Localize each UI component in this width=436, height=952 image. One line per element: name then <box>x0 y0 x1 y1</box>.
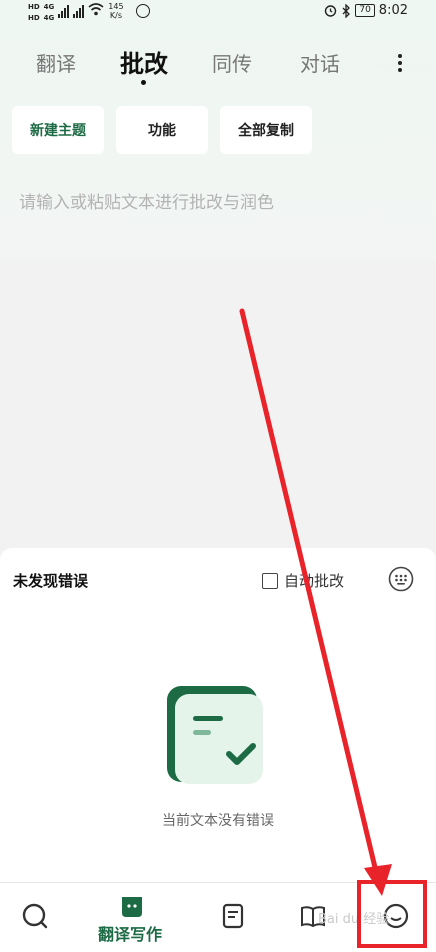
auto-correct-checkbox[interactable] <box>262 572 278 589</box>
nav-label-translate-write[interactable]: 翻译写作 <box>98 921 162 945</box>
signal-icon <box>58 4 70 18</box>
auto-correct-label: 自动批改 <box>284 572 345 590</box>
keyboard-icon[interactable] <box>388 566 414 592</box>
more-menu-button[interactable] <box>392 52 408 74</box>
status-bar: HD HD 4G 4G 145 K/s 70 8:02 <box>0 0 436 26</box>
active-tab-indicator <box>141 80 146 85</box>
signal-icon-2 <box>73 4 85 18</box>
result-panel: 未发现错误 自动批改 当前文本没有错误 <box>0 548 436 882</box>
search-icon[interactable] <box>20 901 50 931</box>
sim-indicator: HD HD <box>28 3 40 22</box>
tab-dialogue[interactable]: 对话 <box>300 48 340 77</box>
tab-correct[interactable]: 批改 <box>120 44 168 79</box>
tab-translate[interactable]: 翻译 <box>36 48 76 77</box>
network-speed: 145 K/s <box>108 2 124 20</box>
no-error-illustration-icon <box>163 682 263 786</box>
bluetooth-icon <box>342 3 351 18</box>
tab-bar: 翻译 批改 同传 对话 <box>0 40 436 90</box>
clock: 8:02 <box>378 3 408 18</box>
notification-icon <box>135 4 150 18</box>
auto-correct-toggle[interactable]: 自动批改 <box>262 570 344 591</box>
watermark: Bai du 经验 <box>318 912 390 927</box>
network-type: 4G 4G <box>43 3 55 22</box>
text-input[interactable]: 请输入或粘贴文本进行批改与润色 <box>19 188 274 213</box>
alarm-icon <box>325 5 337 17</box>
battery-icon: 70 <box>355 4 375 17</box>
new-topic-button[interactable]: 新建主题 <box>12 106 104 154</box>
document-icon[interactable] <box>218 901 248 931</box>
features-button[interactable]: 功能 <box>116 106 208 154</box>
empty-message: 当前文本没有错误 <box>162 813 274 829</box>
panel-title: 未发现错误 <box>13 572 89 590</box>
translate-write-icon[interactable] <box>118 893 148 923</box>
tab-simultaneous[interactable]: 同传 <box>212 48 252 77</box>
wifi-icon <box>88 3 104 19</box>
copy-all-button[interactable]: 全部复制 <box>220 106 312 154</box>
